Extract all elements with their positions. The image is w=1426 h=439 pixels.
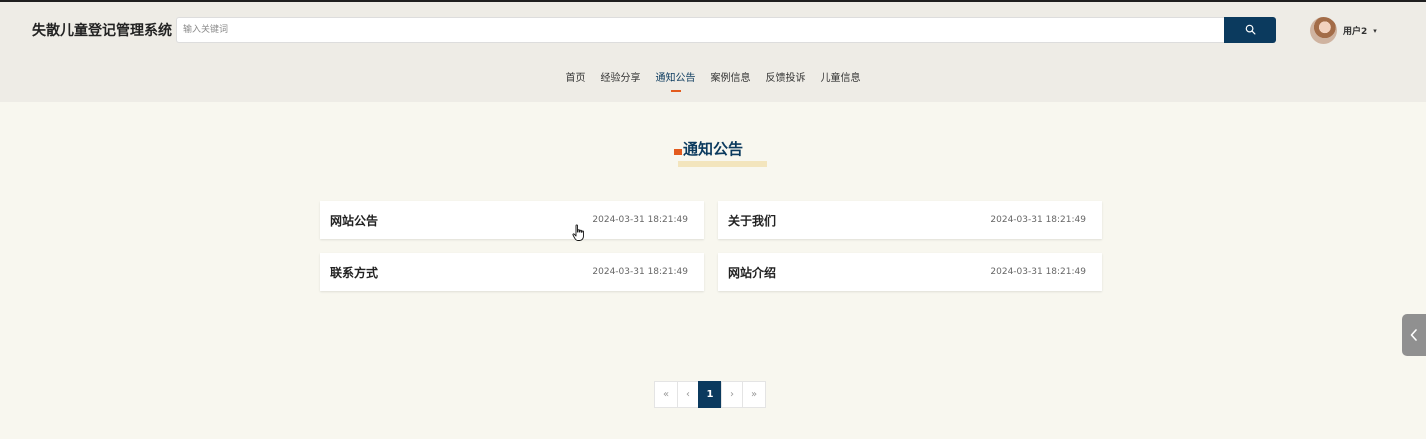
hand-cursor-icon (572, 224, 586, 242)
nav-item-home[interactable]: 首页 (566, 69, 586, 84)
notice-date: 2024-03-31 18:21:49 (592, 267, 688, 277)
user-menu[interactable]: 用户2 ▾ (1310, 17, 1377, 44)
notice-date: 2024-03-31 18:21:49 (990, 267, 1086, 277)
section-heading: 通知公告 (0, 138, 1426, 167)
first-page-button[interactable]: « (654, 381, 678, 408)
pagination: « ‹ 1 › » (654, 381, 766, 408)
avatar (1310, 17, 1337, 44)
prev-page-button[interactable]: ‹ (677, 381, 699, 408)
section-heading-inner: 通知公告 (671, 138, 767, 167)
notice-list: 网站公告 2024-03-31 18:21:49 关于我们 2024-03-31… (320, 201, 1102, 291)
site-title: 失散儿童登记管理系统 (32, 23, 172, 39)
title-marker-icon (673, 149, 682, 155)
nav-item-label: 经验分享 (600, 73, 641, 84)
chevron-left-icon (1410, 326, 1418, 345)
nav-item-label: 儿童信息 (820, 73, 861, 84)
notice-item[interactable]: 联系方式 2024-03-31 18:21:49 (320, 253, 704, 291)
side-panel-toggle[interactable] (1402, 314, 1426, 356)
search-button[interactable] (1224, 17, 1276, 43)
nav-item-children[interactable]: 儿童信息 (821, 69, 861, 84)
notice-title: 网站公告 (330, 213, 379, 228)
search-bar (176, 17, 1276, 43)
nav-item-feedback[interactable]: 反馈投诉 (766, 69, 806, 84)
nav-item-cases[interactable]: 案例信息 (711, 69, 751, 84)
nav-item-label: 通知公告 (655, 73, 696, 84)
notice-item[interactable]: 关于我们 2024-03-31 18:21:49 (718, 201, 1102, 239)
notice-date: 2024-03-31 18:21:49 (990, 215, 1086, 225)
current-page-button[interactable]: 1 (698, 381, 722, 408)
last-page-button[interactable]: » (742, 381, 766, 408)
main-nav: 首页 经验分享 通知公告 案例信息 反馈投诉 儿童信息 (0, 69, 1426, 92)
user-name: 用户2 (1343, 27, 1368, 37)
top-header: 失散儿童登记管理系统 用户2 ▾ 首页 经验分享 通知公告 案例信息 反馈投诉 … (0, 0, 1426, 102)
search-icon (1245, 23, 1256, 38)
nav-item-notices[interactable]: 通知公告 (655, 69, 696, 92)
title-highlight (677, 161, 767, 167)
notice-date: 2024-03-31 18:21:49 (592, 215, 688, 225)
page-title: 通知公告 (682, 140, 743, 158)
nav-item-label: 案例信息 (710, 73, 751, 84)
nav-item-label: 首页 (565, 73, 586, 84)
search-input[interactable] (176, 17, 1224, 43)
active-indicator (670, 90, 681, 92)
notice-item[interactable]: 网站公告 2024-03-31 18:21:49 (320, 201, 704, 239)
nav-item-label: 反馈投诉 (765, 73, 806, 84)
notice-item[interactable]: 网站介绍 2024-03-31 18:21:49 (718, 253, 1102, 291)
notice-title: 网站介绍 (728, 265, 777, 280)
chevron-down-icon: ▾ (1373, 26, 1377, 35)
notice-title: 联系方式 (330, 265, 379, 280)
nav-item-experience[interactable]: 经验分享 (601, 69, 641, 84)
next-page-button[interactable]: › (721, 381, 743, 408)
notice-title: 关于我们 (728, 213, 777, 228)
